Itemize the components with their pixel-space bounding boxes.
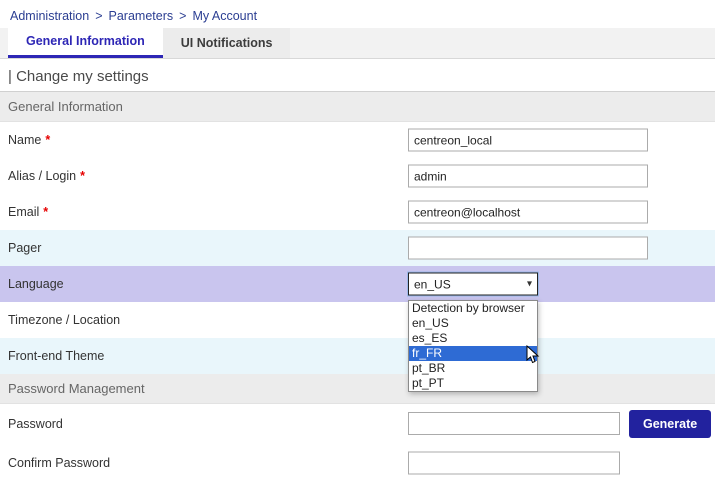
tab-general-information[interactable]: General Information (8, 28, 163, 58)
name-label: Name* (8, 133, 50, 147)
breadcrumb-administration[interactable]: Administration (10, 9, 89, 23)
language-select-value: en_US (414, 277, 451, 291)
section-header-general-information: General Information (0, 92, 715, 122)
chevron-down-icon: ▾ (527, 279, 532, 290)
breadcrumb-my-account[interactable]: My Account (192, 9, 257, 23)
generate-password-button[interactable]: Generate (629, 410, 711, 438)
password-input[interactable] (408, 412, 620, 435)
form-row-alias-login: Alias / Login* (0, 158, 715, 194)
language-option-detection-by-browser[interactable]: Detection by browser (409, 301, 537, 316)
pager-label: Pager (8, 241, 41, 255)
tab-ui-notifications[interactable]: UI Notifications (163, 28, 291, 58)
breadcrumb: Administration > Parameters > My Account (0, 0, 715, 28)
form-row-theme: Front-end Theme (0, 338, 715, 374)
language-option-es-es[interactable]: es_ES (409, 331, 537, 346)
language-option-fr-fr[interactable]: fr_FR (409, 346, 537, 361)
password-label: Password (8, 417, 63, 431)
form-row-name: Name* (0, 122, 715, 158)
language-label: Language (8, 277, 64, 291)
alias-login-input[interactable] (408, 165, 648, 188)
tab-bar: General Information UI Notifications (0, 28, 715, 59)
form-row-language: Language en_US ▾ Detection by browser en… (0, 266, 715, 302)
language-select[interactable]: en_US ▾ (408, 273, 538, 296)
form-row-pager: Pager (0, 230, 715, 266)
breadcrumb-parameters[interactable]: Parameters (109, 9, 174, 23)
email-input[interactable] (408, 201, 648, 224)
form-row-timezone: Timezone / Location (0, 302, 715, 338)
language-dropdown: Detection by browser en_US es_ES fr_FR p… (408, 300, 538, 392)
pager-input[interactable] (408, 237, 648, 260)
form-row-confirm-password: Confirm Password (0, 443, 715, 479)
language-option-pt-br[interactable]: pt_BR (409, 361, 537, 376)
language-option-en-us[interactable]: en_US (409, 316, 537, 331)
page-title: | Change my settings (0, 59, 715, 92)
timezone-label: Timezone / Location (8, 313, 120, 327)
email-label: Email* (8, 205, 48, 219)
breadcrumb-separator: > (179, 9, 186, 23)
required-marker: * (80, 169, 85, 183)
section-header-password-management: Password Management (0, 374, 715, 404)
language-option-pt-pt[interactable]: pt_PT (409, 376, 537, 391)
confirm-password-input[interactable] (408, 451, 620, 474)
required-marker: * (45, 133, 50, 147)
theme-label: Front-end Theme (8, 349, 104, 363)
name-input[interactable] (408, 129, 648, 152)
form-row-password: Password Generate (0, 404, 715, 443)
confirm-password-label: Confirm Password (8, 456, 110, 470)
breadcrumb-separator: > (95, 9, 102, 23)
alias-login-label: Alias / Login* (8, 169, 85, 183)
form-row-email: Email* (0, 194, 715, 230)
required-marker: * (43, 205, 48, 219)
